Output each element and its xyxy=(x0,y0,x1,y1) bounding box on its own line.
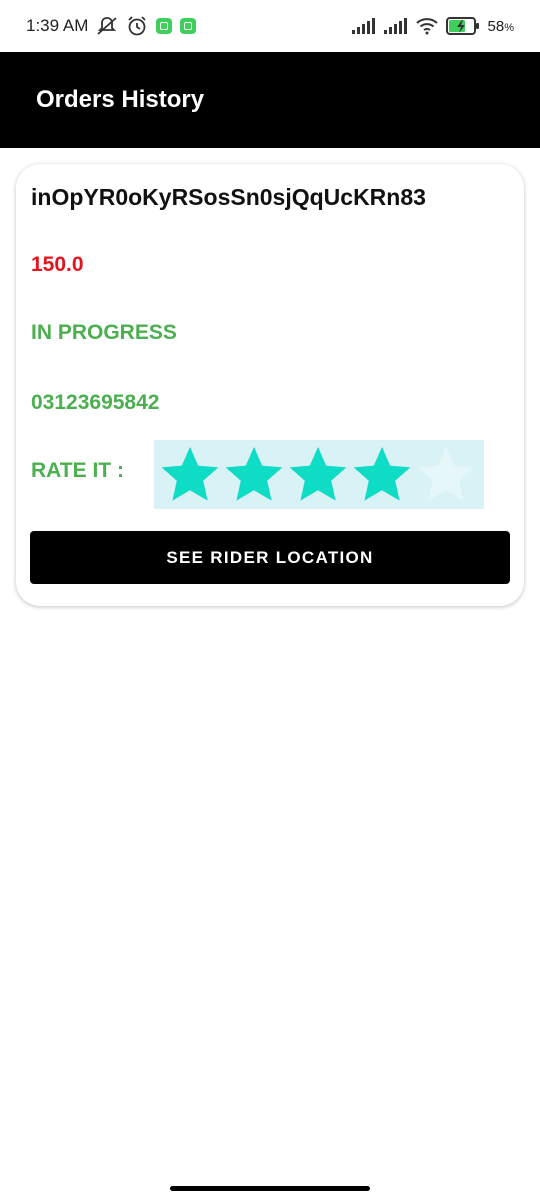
status-time: 1:39 AM xyxy=(26,16,89,35)
rider-phone: 03123695842 xyxy=(31,391,160,414)
app-bar: Orders History xyxy=(0,52,540,148)
rating-bar[interactable] xyxy=(154,440,484,509)
order-price: 150.0 xyxy=(31,253,84,276)
star-filled-icon[interactable] xyxy=(158,443,222,507)
nav-gesture-handle[interactable] xyxy=(170,1186,370,1191)
wifi-icon xyxy=(415,17,438,35)
see-rider-location-button[interactable]: SEE RIDER LOCATION xyxy=(30,531,510,584)
star-empty-icon[interactable] xyxy=(414,443,478,507)
signal-icon xyxy=(351,18,376,34)
signal-icon xyxy=(383,18,408,34)
star-filled-icon[interactable] xyxy=(350,443,414,507)
notifications-muted-icon xyxy=(96,16,118,36)
star-filled-icon[interactable] xyxy=(222,443,286,507)
rate-label: RATE IT : xyxy=(31,459,124,482)
app-badge-icon xyxy=(180,18,197,34)
status-right: 58% xyxy=(351,17,514,35)
status-bar: 1:39 AM 58% xyxy=(0,0,540,52)
star-filled-icon[interactable] xyxy=(286,443,350,507)
battery-percent: 58% xyxy=(487,17,514,35)
status-left: 1:39 AM xyxy=(26,15,197,37)
battery-charging-icon xyxy=(445,17,480,35)
order-id: inOpYR0oKyRSosSn0sjQqUcKRn83 xyxy=(31,184,426,210)
order-status: IN PROGRESS xyxy=(31,321,177,344)
alarm-icon xyxy=(126,15,148,37)
order-card: inOpYR0oKyRSosSn0sjQqUcKRn83 150.0 IN PR… xyxy=(16,164,524,606)
app-badge-icon xyxy=(156,18,173,34)
page-title: Orders History xyxy=(36,86,205,113)
